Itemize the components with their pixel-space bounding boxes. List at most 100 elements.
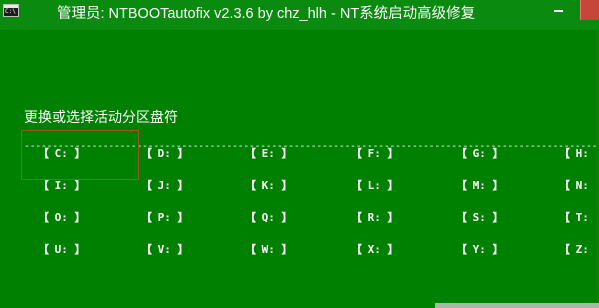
minimize-icon (554, 10, 563, 12)
drive-option-z[interactable]: 【 Z: (559, 240, 599, 260)
drive-right-bracket: 】 (492, 243, 504, 256)
drive-option-k[interactable]: 【 K: 】 (245, 176, 293, 196)
drive-letter-label: R: (367, 211, 381, 224)
drive-letter-label: G: (472, 147, 486, 160)
drive-letter-label: Y: (472, 243, 486, 256)
drive-right-bracket: 】 (387, 211, 399, 224)
drive-left-bracket: 【 (351, 179, 362, 192)
drive-left-bracket: 【 (456, 211, 467, 224)
drive-left-bracket: 【 (559, 147, 570, 160)
drive-letter-label: Q: (261, 211, 275, 224)
drive-letter-label: F: (367, 147, 381, 160)
drive-right-bracket: 】 (281, 211, 293, 224)
drive-left-bracket: 【 (456, 147, 467, 160)
drive-right-bracket: 】 (387, 243, 399, 256)
drive-letter-label: O: (54, 211, 68, 224)
drive-left-bracket: 【 (351, 147, 362, 160)
drive-left-bracket: 【 (141, 211, 152, 224)
drive-letter-label: V: (157, 243, 171, 256)
drive-option-l[interactable]: 【 L: 】 (351, 176, 399, 196)
drive-option-c[interactable]: 【 C: 】 (38, 144, 86, 164)
drive-option-e[interactable]: 【 E: 】 (245, 144, 293, 164)
drive-left-bracket: 【 (351, 211, 362, 224)
drive-left-bracket: 【 (559, 211, 570, 224)
drive-option-x[interactable]: 【 X: 】 (351, 240, 399, 260)
drive-option-o[interactable]: 【 O: 】 (38, 208, 86, 228)
title-bar[interactable]: 管理员: NTBOOTautofix v2.3.6 by chz_hlh - N… (0, 0, 599, 30)
drive-left-bracket: 【 (245, 179, 256, 192)
drive-option-y[interactable]: 【 Y: 】 (456, 240, 504, 260)
drive-letter-label: U: (54, 243, 68, 256)
drive-left-bracket: 【 (245, 147, 256, 160)
drive-option-p[interactable]: 【 P: 】 (141, 208, 189, 228)
drive-left-bracket: 【 (245, 211, 256, 224)
drive-letter-label: P: (157, 211, 171, 224)
drive-right-bracket: 】 (74, 179, 86, 192)
separator-line: ----------------------------------------… (24, 142, 599, 152)
close-button[interactable] (580, 0, 599, 20)
drive-right-bracket: 】 (387, 179, 399, 192)
drive-option-v[interactable]: 【 V: 】 (141, 240, 189, 260)
drive-letter-label: Z: (575, 243, 589, 256)
drive-option-r[interactable]: 【 R: 】 (351, 208, 399, 228)
drive-right-bracket: 】 (281, 243, 293, 256)
drive-left-bracket: 【 (456, 179, 467, 192)
drive-letter-label: I: (54, 179, 68, 192)
drive-option-g[interactable]: 【 G: 】 (456, 144, 504, 164)
drive-option-s[interactable]: 【 S: 】 (456, 208, 504, 228)
console-window: 管理员: NTBOOTautofix v2.3.6 by chz_hlh - N… (0, 0, 599, 308)
drive-left-bracket: 【 (38, 243, 49, 256)
drive-left-bracket: 【 (38, 147, 49, 160)
drive-option-n[interactable]: 【 N: (559, 176, 599, 196)
drive-option-q[interactable]: 【 Q: 】 (245, 208, 293, 228)
console-icon[interactable] (3, 4, 19, 17)
drive-option-u[interactable]: 【 U: 】 (38, 240, 86, 260)
drive-letter-label: W: (261, 243, 275, 256)
drive-right-bracket: 】 (492, 147, 504, 160)
drive-right-bracket: 】 (387, 147, 399, 160)
drive-left-bracket: 【 (141, 179, 152, 192)
drive-right-bracket: 】 (492, 179, 504, 192)
drive-letter-label: H: (575, 147, 589, 160)
drive-right-bracket: 】 (74, 211, 86, 224)
drive-right-bracket: 】 (177, 179, 189, 192)
drive-left-bracket: 【 (141, 147, 152, 160)
drive-left-bracket: 【 (245, 243, 256, 256)
drive-option-f[interactable]: 【 F: 】 (351, 144, 399, 164)
drive-option-h[interactable]: 【 H: (559, 144, 599, 164)
drive-option-t[interactable]: 【 T: (559, 208, 599, 228)
drive-left-bracket: 【 (141, 243, 152, 256)
console-area[interactable]: 更换或选择活动分区盘符 ----------------------------… (0, 30, 599, 308)
drive-letter-label: C: (54, 147, 68, 160)
drive-option-w[interactable]: 【 W: 】 (245, 240, 293, 260)
drive-left-bracket: 【 (559, 243, 570, 256)
drive-option-i[interactable]: 【 I: 】 (38, 176, 86, 196)
drive-letter-label: E: (261, 147, 275, 160)
drive-right-bracket: 】 (281, 179, 293, 192)
drive-right-bracket: 】 (177, 211, 189, 224)
drive-left-bracket: 【 (456, 243, 467, 256)
drive-right-bracket: 】 (177, 147, 189, 160)
drive-right-bracket: 】 (74, 147, 86, 160)
drive-letter-label: T: (575, 211, 589, 224)
drive-option-j[interactable]: 【 J: 】 (141, 176, 189, 196)
taskbar-edge (435, 303, 599, 308)
drive-letter-label: L: (367, 179, 381, 192)
drive-right-bracket: 】 (177, 243, 189, 256)
drive-letter-label: X: (367, 243, 381, 256)
drive-option-m[interactable]: 【 M: 】 (456, 176, 504, 196)
window-title: 管理员: NTBOOTautofix v2.3.6 by chz_hlh - N… (57, 6, 476, 22)
drive-letter-label: J: (157, 179, 171, 192)
drive-letter-label: K: (261, 179, 275, 192)
minimize-button[interactable] (544, 0, 572, 20)
drive-right-bracket: 】 (281, 147, 293, 160)
drive-letter-label: D: (157, 147, 171, 160)
drive-right-bracket: 】 (74, 243, 86, 256)
drive-left-bracket: 【 (38, 179, 49, 192)
drive-letter-label: M: (472, 179, 486, 192)
drive-option-d[interactable]: 【 D: 】 (141, 144, 189, 164)
drive-letter-label: N: (575, 179, 589, 192)
drive-right-bracket: 】 (492, 211, 504, 224)
drive-letter-label: S: (472, 211, 486, 224)
drive-left-bracket: 【 (559, 179, 570, 192)
